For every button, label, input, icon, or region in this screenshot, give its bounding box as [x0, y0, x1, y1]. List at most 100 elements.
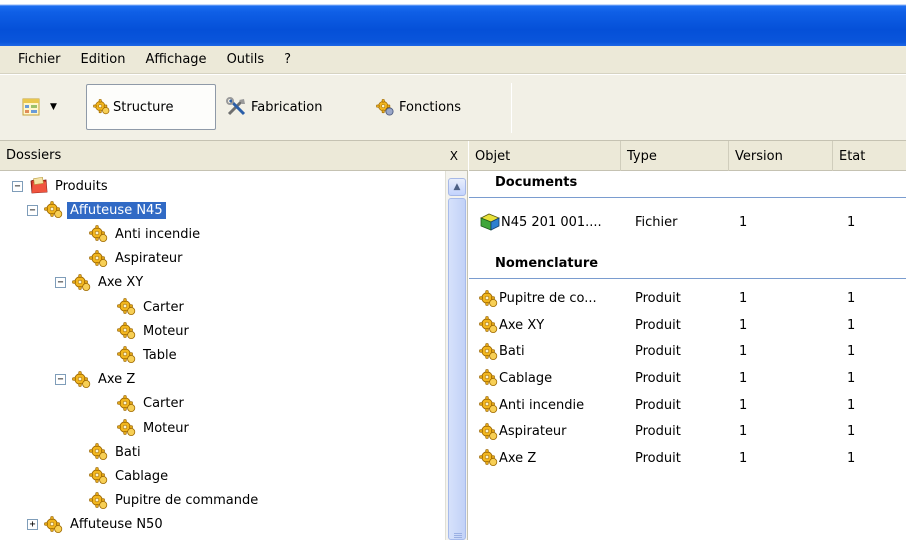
- gear-icon: [479, 422, 499, 442]
- gear-icon: [117, 394, 137, 414]
- cell-objet-text: Axe XY: [499, 317, 545, 333]
- tree-node[interactable]: − Affuteuse N45: [27, 198, 166, 222]
- tree-node[interactable]: Pupitre de commande: [89, 489, 261, 513]
- gear-icon: [479, 448, 499, 468]
- cell-etat-text: 1: [847, 344, 856, 360]
- cell-etat: 1: [847, 365, 855, 391]
- column-header-type[interactable]: Type: [621, 141, 729, 171]
- cell-etat-text: 1: [847, 291, 856, 307]
- scroll-up-button[interactable]: ▲: [448, 178, 466, 196]
- fonctions-button[interactable]: Fonctions: [370, 84, 467, 130]
- structure-button[interactable]: Structure: [86, 84, 216, 130]
- view-options-button[interactable]: ▼: [16, 84, 63, 130]
- collapse-icon[interactable]: −: [55, 374, 66, 386]
- expand-icon[interactable]: +: [27, 519, 38, 531]
- list-item[interactable]: N45 201 001.... Fichier 1 1: [469, 209, 906, 235]
- column-headers: Objet Type Version Etat: [469, 141, 906, 171]
- menu-outils[interactable]: Outils: [217, 50, 275, 69]
- cell-version: 1: [739, 365, 747, 391]
- tree-node[interactable]: Table: [117, 343, 180, 367]
- toolbar: ▼ Structure Fabrication Fonctions: [0, 75, 906, 141]
- cell-type: Produit: [635, 392, 681, 418]
- cell-objet: Anti incendie: [479, 392, 584, 418]
- group-title: Nomenclature: [495, 255, 599, 271]
- tree-node[interactable]: Aspirateur: [89, 247, 186, 271]
- tree-node-label: Aspirateur: [115, 251, 183, 267]
- gear-icon: [93, 98, 111, 116]
- column-header-objet[interactable]: Objet: [469, 141, 621, 171]
- cell-etat-text: 1: [847, 214, 856, 230]
- list-item[interactable]: Axe Z Produit 1 1: [469, 445, 906, 471]
- cell-type: Produit: [635, 445, 681, 471]
- fabrication-button[interactable]: Fabrication: [220, 84, 328, 130]
- cell-etat: 1: [847, 339, 855, 365]
- scrollbar-thumb[interactable]: [448, 198, 466, 540]
- tree-node-label: Moteur: [143, 420, 189, 436]
- tree-node[interactable]: Carter: [117, 392, 187, 416]
- gear-icon: [89, 224, 109, 244]
- cell-type: Produit: [635, 419, 681, 445]
- list-item[interactable]: Bati Produit 1 1: [469, 339, 906, 365]
- tree-node[interactable]: − Axe XY: [55, 271, 146, 295]
- cell-etat-text: 1: [847, 317, 856, 333]
- cell-version: 1: [739, 419, 747, 445]
- column-header-version[interactable]: Version: [729, 141, 833, 171]
- cell-objet: Cablage: [479, 365, 552, 391]
- collapse-icon[interactable]: −: [55, 277, 66, 289]
- tree-node[interactable]: Cablage: [89, 464, 171, 488]
- gear-icon: [117, 321, 137, 341]
- list-item[interactable]: Pupitre de co... Produit 1 1: [469, 286, 906, 312]
- dropdown-arrow-icon[interactable]: ▼: [50, 102, 57, 112]
- cell-etat: 1: [847, 209, 855, 235]
- tree-node-label: Pupitre de commande: [115, 493, 259, 509]
- objects-pane: Objet Type Version Etat Documents N45 201…: [469, 141, 906, 540]
- tree-node[interactable]: Carter: [117, 295, 187, 319]
- grip-line: [454, 535, 462, 536]
- list-item[interactable]: Axe XY Produit 1 1: [469, 312, 906, 338]
- gear-icon: [89, 442, 109, 462]
- gear-icon: [479, 315, 499, 335]
- gear-icon: [117, 418, 137, 438]
- gear-icon: [479, 395, 499, 415]
- cell-version-text: 1: [739, 370, 748, 386]
- tree-node[interactable]: + Affuteuse N50: [27, 513, 166, 537]
- collapse-icon[interactable]: −: [27, 204, 38, 216]
- tree-node-label: Axe XY: [98, 275, 144, 291]
- cell-type-text: Produit: [635, 317, 681, 333]
- tree-node[interactable]: Moteur: [117, 319, 192, 343]
- cell-type: Fichier: [635, 209, 678, 235]
- group-divider: [469, 197, 906, 198]
- close-pane-button[interactable]: X: [450, 149, 458, 163]
- menu-help[interactable]: ?: [274, 50, 301, 69]
- cell-objet-text: Pupitre de co...: [499, 291, 597, 307]
- collapse-icon[interactable]: −: [12, 180, 23, 192]
- cell-objet: Axe Z: [479, 445, 536, 471]
- list-item[interactable]: Aspirateur Produit 1 1: [469, 419, 906, 445]
- grip-line: [454, 537, 462, 538]
- cell-version-text: 1: [739, 291, 748, 307]
- tree-node[interactable]: Bati: [89, 440, 144, 464]
- cell-version: 1: [739, 209, 747, 235]
- gear-icon: [89, 491, 109, 511]
- menu-edition[interactable]: Edition: [71, 50, 136, 69]
- gear-icon: [479, 368, 499, 388]
- tree-node[interactable]: Anti incendie: [89, 222, 203, 246]
- cell-objet-text: Anti incendie: [499, 397, 585, 413]
- tree-node[interactable]: − Produits: [12, 174, 111, 198]
- cell-version: 1: [739, 286, 747, 312]
- tree-node[interactable]: Moteur: [117, 416, 192, 440]
- list-item[interactable]: Cablage Produit 1 1: [469, 365, 906, 391]
- tree-node[interactable]: − Axe Z: [55, 368, 138, 392]
- cell-etat-text: 1: [847, 370, 856, 386]
- cell-version: 1: [739, 392, 747, 418]
- group-divider: [469, 277, 906, 279]
- cell-type: Produit: [635, 312, 681, 338]
- menu-affichage[interactable]: Affichage: [135, 50, 216, 69]
- tree-node-label: Bati: [115, 444, 141, 460]
- list-item[interactable]: Anti incendie Produit 1 1: [469, 392, 906, 418]
- column-header-etat[interactable]: Etat: [833, 141, 906, 171]
- gear-icon: [117, 297, 137, 317]
- vertical-scrollbar[interactable]: ▲: [445, 171, 467, 540]
- menu-fichier[interactable]: Fichier: [8, 50, 71, 69]
- gear-icon: [117, 345, 137, 365]
